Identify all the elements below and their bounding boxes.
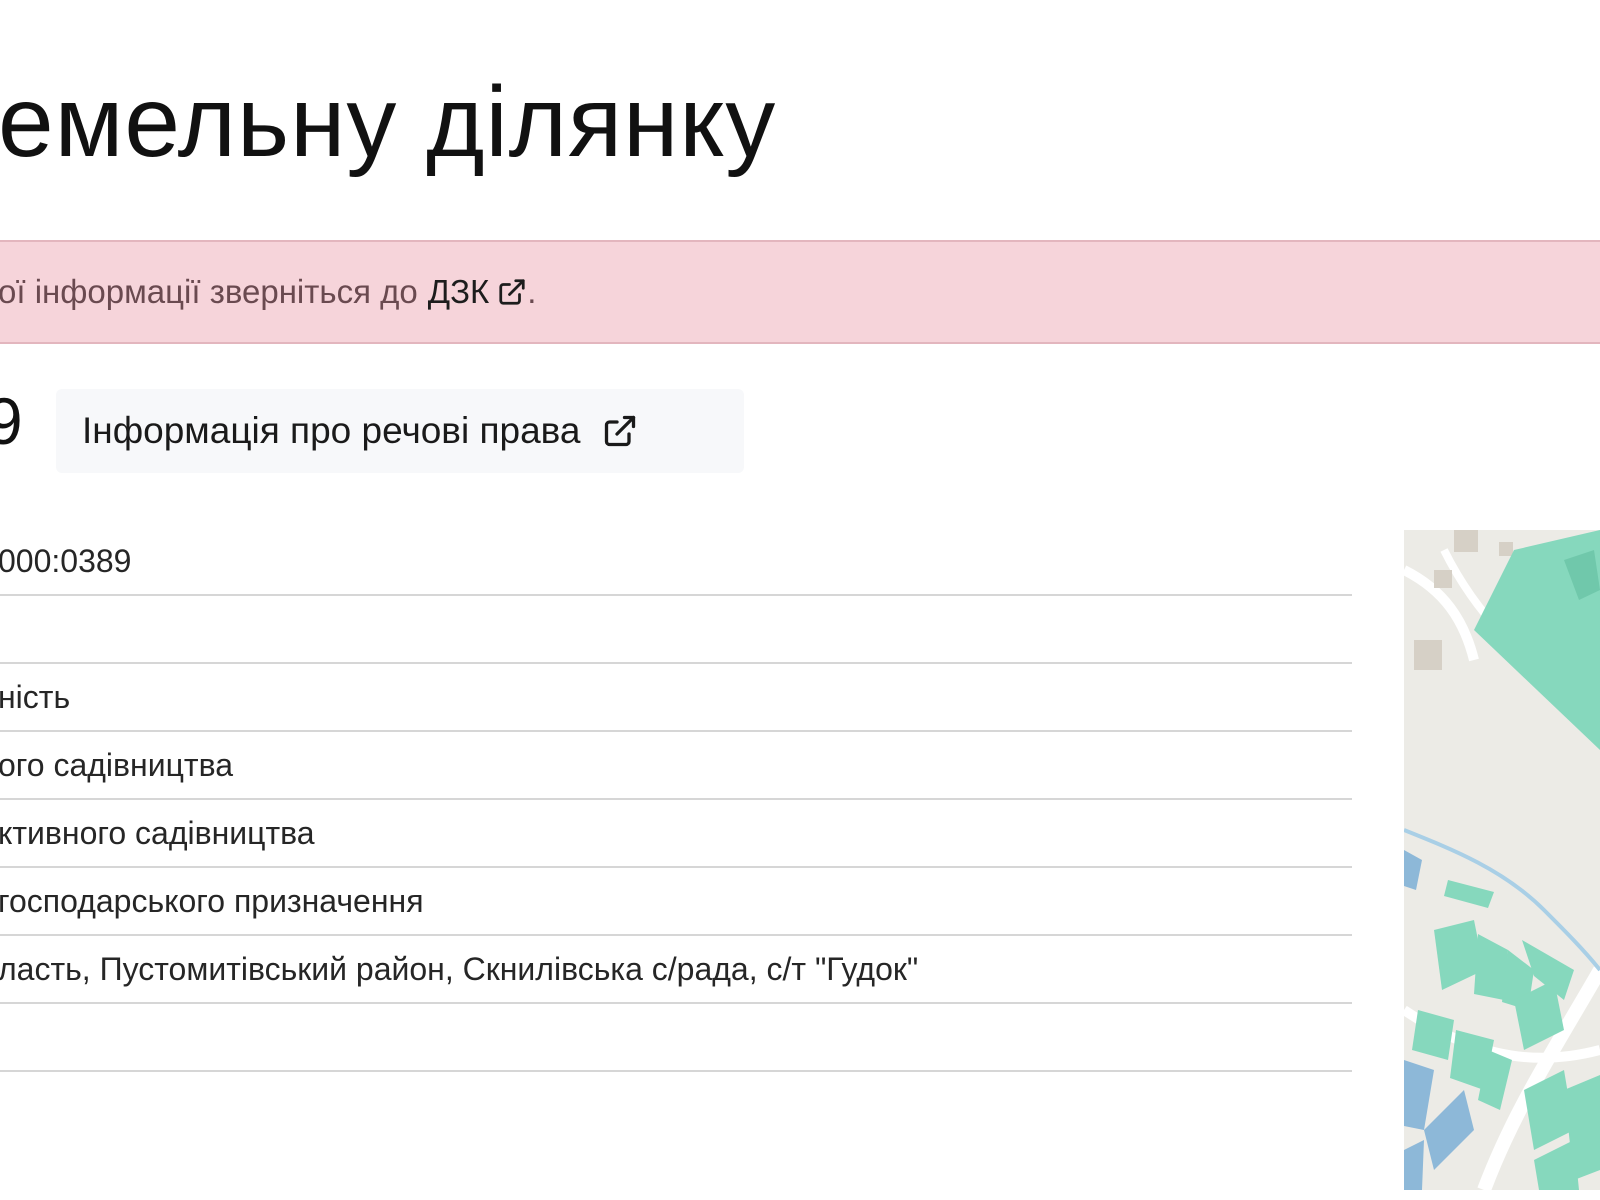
parcel-number-fragment: 9	[0, 384, 23, 458]
parcel-map[interactable]	[1404, 530, 1600, 1190]
detail-row-cadastral-number: 000:0389	[0, 528, 1352, 596]
info-alert-banner: ої інформації зверніться до ДЗК .	[0, 240, 1600, 344]
alert-trailing-period: .	[527, 273, 537, 310]
external-link-icon	[605, 415, 636, 447]
page-title: емельну ділянку	[0, 66, 777, 178]
detail-row-ownership: ність	[0, 664, 1352, 732]
property-rights-button[interactable]: Інформація про речові права	[56, 389, 744, 473]
property-rights-button-label: Інформація про речові права	[82, 410, 581, 451]
detail-row-empty-last	[0, 1004, 1352, 1072]
detail-row-empty	[0, 596, 1352, 664]
detail-row-purpose: ого садівництва	[0, 732, 1352, 800]
alert-text: ої інформації зверніться до	[0, 273, 418, 310]
detail-row-address: ласть, Пустомитівський район, Скнилівськ…	[0, 936, 1352, 1004]
dzk-link-label: ДЗК	[427, 273, 490, 310]
alert-message: ої інформації зверніться до ДЗК .	[0, 273, 536, 311]
detail-row-purpose-collective: ктивного садівництва	[0, 800, 1352, 868]
external-link-icon	[499, 279, 525, 305]
detail-row-land-category: господарського призначення	[0, 868, 1352, 936]
dzk-link[interactable]: ДЗК	[428, 273, 528, 311]
map-canvas	[1404, 530, 1600, 1190]
parcel-details-list: 000:0389 ність ого садівництва ктивного …	[0, 528, 1352, 1072]
